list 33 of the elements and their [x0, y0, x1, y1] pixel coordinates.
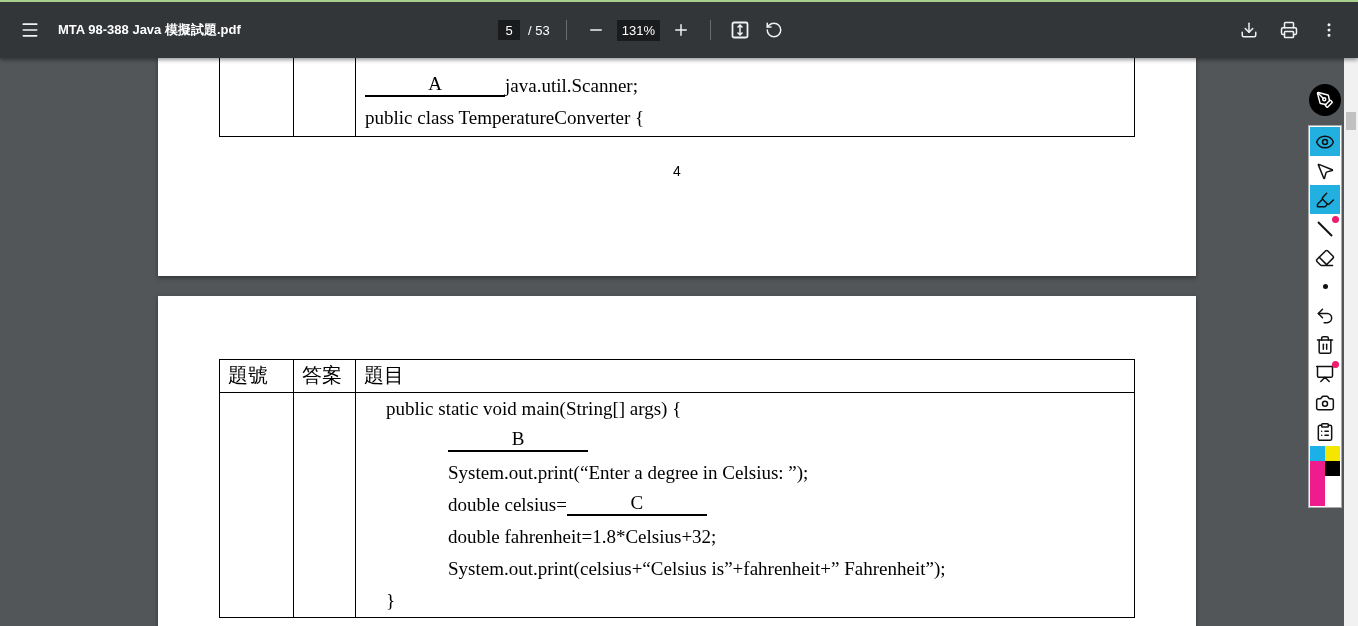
code-text: java.util.Scanner;	[505, 74, 638, 98]
clipboard-icon	[1315, 421, 1335, 442]
trash-icon	[1315, 334, 1335, 355]
zoom-level[interactable]: 131%	[616, 19, 660, 41]
code-text: }	[386, 589, 396, 613]
code-text: double fahrenheit=1.8*Celsius+32;	[448, 525, 717, 549]
page-input[interactable]: 5	[498, 20, 520, 40]
scrollbar[interactable]	[1344, 58, 1358, 626]
color-swatch[interactable]	[1310, 461, 1325, 506]
highlighter-tool[interactable]	[1310, 185, 1340, 214]
fill-in-line: C	[566, 492, 707, 516]
eraser-icon	[1315, 247, 1335, 268]
page-number: 4	[673, 163, 681, 179]
code-text: public static void main(String[] args) {	[386, 397, 682, 421]
pen-icon[interactable]	[1309, 84, 1341, 116]
color-swatch[interactable]	[1325, 446, 1340, 461]
easel-icon	[1315, 363, 1335, 384]
code-text: public class TemperatureConverter {	[365, 106, 645, 130]
page-total: / 53	[528, 22, 550, 38]
color-swatch[interactable]	[1310, 446, 1325, 461]
fill-in-line: B	[448, 428, 588, 452]
column-header: 題號	[228, 364, 268, 386]
eye-tool[interactable]	[1310, 127, 1340, 156]
code-text: System.out.print(celsius+“Celsius is”+fahrenheit+” Fahrenheit”);	[448, 557, 946, 581]
color-swatch[interactable]	[1325, 461, 1340, 476]
code-text: System.out.print(“Enter a degree in Celsius: ”);	[448, 461, 809, 485]
code-text: double celsius=	[448, 493, 567, 517]
column-header: 答案	[302, 364, 342, 386]
line-icon	[1315, 218, 1335, 239]
column-header: 題目	[364, 364, 404, 386]
dot-icon	[1322, 284, 1328, 289]
fill-in-line: A	[365, 73, 505, 97]
file-name: MTA 98-388 Java 模擬試題.pdf	[58, 21, 242, 39]
